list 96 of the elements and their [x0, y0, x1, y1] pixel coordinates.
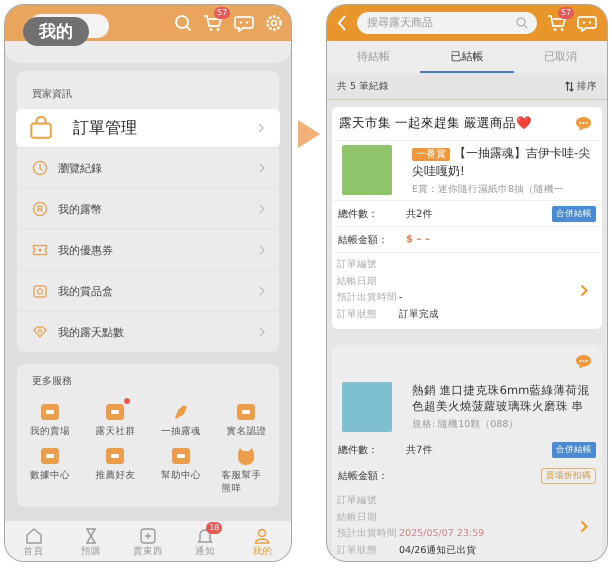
person-icon	[253, 527, 272, 545]
field-label: 總件數：	[338, 444, 379, 456]
nav-tab[interactable]: 18 通知	[176, 521, 234, 561]
notification-count-badge: 18	[206, 522, 222, 534]
service-item[interactable]: 客服幫手熊咩	[214, 440, 279, 495]
product-title[interactable]: 熱銷 進口捷克珠6mm藍綠薄荷混色超美火燒菠蘿玻璃珠火磨珠 串	[412, 382, 596, 414]
record-count: 共 5 筆紀錄	[337, 80, 390, 92]
service-label: 我的賣場	[30, 425, 70, 438]
service-label: 一抽露魂	[160, 425, 201, 438]
detail-value: 訂單完成	[399, 308, 439, 322]
quantity-value: 共7件	[406, 444, 434, 456]
page-title-badge: 我的	[23, 17, 89, 46]
coin-icon	[32, 201, 48, 217]
detail-value: -	[399, 291, 402, 305]
detail-label: 結帳日期	[337, 510, 378, 524]
product-spec: E賞：迷你隨行濕紙巾8抽（隨機一	[412, 183, 566, 196]
ticket-icon	[32, 242, 48, 258]
chat-bubble-icon[interactable]	[575, 354, 592, 368]
chevron-icon	[259, 286, 265, 296]
menu-label: 我的優惠券	[58, 242, 114, 258]
detail-label: 訂單狀態	[337, 544, 378, 558]
gift-box-icon	[32, 283, 48, 299]
search-field[interactable]: 搜尋露天商品	[357, 12, 537, 34]
detail-label: 預計出貨時間	[337, 527, 398, 541]
search-icon	[516, 17, 528, 29]
settings-icon[interactable]	[265, 14, 283, 32]
menu-label: 瀏覽紀錄	[58, 160, 103, 176]
chevron-icon	[259, 163, 265, 173]
merge-checkout-button[interactable]: 合併結帳	[552, 206, 596, 222]
sort-icon	[565, 80, 574, 92]
menu-row[interactable]: 我的賞品盒	[17, 270, 279, 311]
chat-icon[interactable]	[234, 14, 254, 32]
detail-value: 04/26通知已出貨	[399, 544, 476, 558]
arrow-icon	[298, 120, 320, 148]
photo-placeholder	[342, 382, 392, 432]
detail-label: 訂單狀態	[337, 308, 378, 322]
detail-label: 訂單編號	[337, 494, 378, 508]
chevron-icon	[259, 204, 265, 214]
cart-count-badge: 57	[558, 7, 574, 19]
service-item[interactable]: 實名認證	[214, 396, 279, 438]
service-label: 露天社群	[95, 425, 136, 438]
product-spec: 規格: 隨機10顆（088）	[412, 418, 520, 431]
detail-label: 結帳日期	[337, 274, 378, 288]
menu-row[interactable]: 我的露天點數	[17, 311, 279, 352]
menu-label: 我的露幣	[58, 202, 103, 216]
service-item[interactable]: 我的賣場	[17, 396, 82, 438]
product-tag: 一番賞	[412, 148, 450, 161]
search-icon[interactable]	[174, 14, 192, 32]
service-label: 實名認證	[226, 425, 266, 438]
service-item[interactable]: 幫助中心	[148, 440, 214, 495]
diamond-icon	[32, 324, 48, 340]
home-icon	[24, 527, 43, 545]
chat-icon[interactable]	[577, 14, 597, 32]
cart-icon[interactable]	[203, 14, 223, 32]
amount-value: $ – –	[406, 234, 431, 245]
quantity-value: 共2件	[406, 208, 434, 220]
service-item[interactable]: 數據中心	[17, 440, 82, 495]
store-name: 露天市集 一起來趕集 嚴選商品❤	[339, 115, 532, 132]
menu-label: 我的賞品盒	[58, 284, 114, 298]
field-label: 結帳金額：	[338, 234, 389, 246]
service-item[interactable]: 露天社群	[82, 396, 148, 438]
chevron-icon[interactable]	[580, 520, 588, 532]
service-label: 數據中心	[30, 469, 70, 482]
menu-row[interactable]: 訂單管理	[16, 109, 280, 147]
service-label: 推薦好友	[95, 469, 136, 482]
chevron-icon	[259, 245, 265, 255]
chat-bubble-icon[interactable]	[575, 116, 592, 131]
menu-row[interactable]: 我的優惠券	[17, 229, 279, 270]
section-heading: 更多服務	[31, 375, 73, 389]
service-label: 幫助中心	[160, 469, 201, 482]
field-label: 結帳金額：	[338, 470, 389, 482]
photo-placeholder	[342, 145, 392, 195]
service-item[interactable]: 推薦好友	[82, 440, 148, 495]
product-title[interactable]: 一番賞 【一抽露魂】吉伊卡哇-尖尖哇嘎奶!	[412, 145, 596, 179]
field-label: 總件數：	[338, 208, 379, 220]
plus-square-icon	[139, 527, 157, 545]
menu-row[interactable]: 瀏覽紀錄	[17, 147, 279, 188]
menu-row[interactable]: 我的露幣	[17, 188, 279, 229]
chevron-icon	[259, 327, 265, 337]
cart-icon[interactable]	[547, 14, 567, 32]
merge-checkout-button[interactable]: 合併結帳	[552, 442, 596, 458]
detail-value: 2025/05/07 23:59	[399, 527, 484, 541]
section-heading: 買家資訊	[31, 88, 73, 102]
back-icon[interactable]	[337, 15, 347, 31]
clock-icon	[32, 160, 48, 176]
bag-icon	[29, 116, 53, 140]
cart-count-badge: 57	[214, 7, 230, 19]
service-item[interactable]: 一抽露魂	[148, 396, 214, 438]
detail-label: 預計出貨時間	[337, 291, 398, 305]
service-label: 客服幫手熊咩	[222, 469, 262, 495]
menu-label: 訂單管理	[73, 118, 138, 138]
menu-label: 我的露天點數	[58, 324, 125, 340]
detail-label: 訂單編號	[337, 258, 378, 272]
chevron-icon[interactable]	[580, 284, 588, 296]
sort-button[interactable]: 排序	[565, 80, 597, 92]
chevron-icon	[258, 123, 264, 133]
